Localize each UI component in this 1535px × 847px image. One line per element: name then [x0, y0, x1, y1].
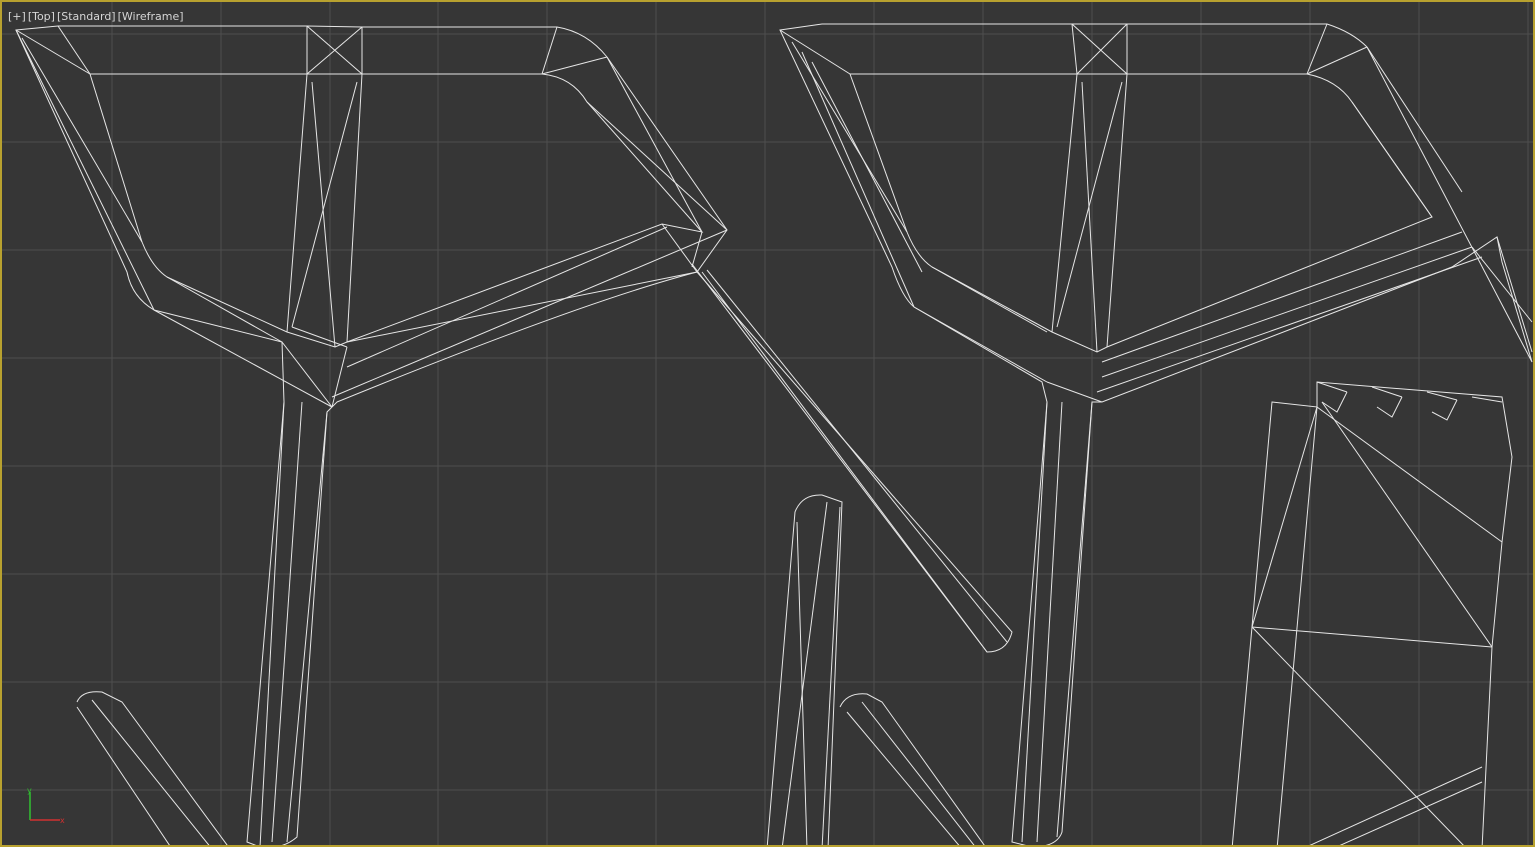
viewport-shading-label[interactable]: [Standard]	[57, 10, 116, 23]
viewport-menu-plus[interactable]: [+]	[8, 10, 26, 23]
y-axis-label: y	[27, 786, 32, 795]
viewport-label[interactable]: [+] [Top] [Standard] [Wireframe]	[8, 10, 184, 23]
x-axis-label: x	[60, 816, 65, 825]
top-viewport[interactable]: [+] [Top] [Standard] [Wireframe] y x	[0, 0, 1535, 847]
viewport-mode-label[interactable]: [Wireframe]	[118, 10, 184, 23]
chair-left-wireframe[interactable]	[15, 25, 1013, 847]
grid	[2, 2, 1533, 845]
axis-gizmo-icon: y x	[27, 786, 65, 825]
wireframe-scene[interactable]	[2, 2, 1535, 847]
leg-middle-wireframe[interactable]	[766, 494, 987, 847]
viewport-view-label[interactable]: [Top]	[28, 10, 55, 23]
